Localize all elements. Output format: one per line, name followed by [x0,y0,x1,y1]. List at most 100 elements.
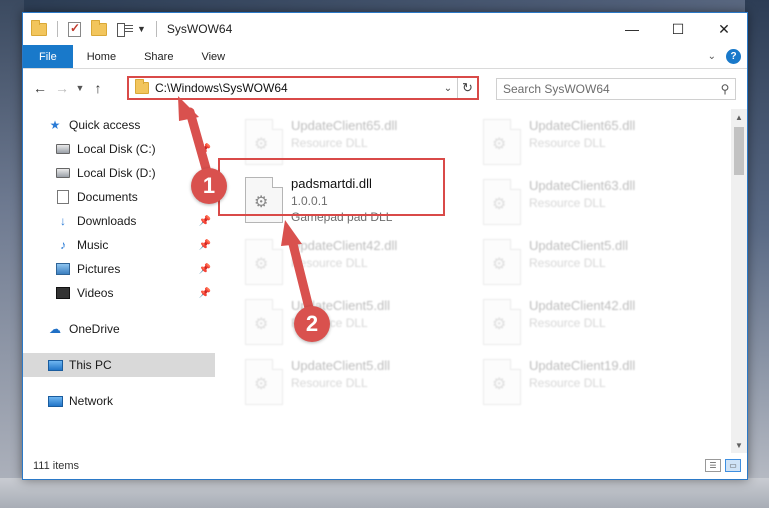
properties-icon[interactable] [117,22,133,37]
status-bar: 111 items ☰ ▭ [23,453,747,479]
list-item[interactable]: ⚙ UpdateClient42.dll Resource DLL [241,235,471,293]
downloads-icon: ↓ [60,214,66,228]
nav-label: This PC [69,358,112,372]
address-row: ← → ▼ ↑ C:\Windows\SysWOW64 ⌄ ↻ Search S… [23,69,747,107]
file-name: UpdateClient5.dll [529,238,629,253]
nav-network[interactable]: Network [23,389,215,413]
nav-label: Network [69,394,114,408]
file-name: UpdateClient63.dll [529,178,636,193]
list-item[interactable]: ⚙ UpdateClient42.dll Resource DLL [479,295,709,353]
nav-item-documents[interactable]: Documents 📌 [23,185,215,209]
pin-icon: 📌 [198,215,211,227]
nav-label: Videos [77,286,114,300]
nav-item-local-disk-c[interactable]: Local Disk (C:) 📌 [23,137,215,161]
file-type: Resource DLL [529,256,606,270]
window-title: SysWOW64 [166,22,233,36]
list-item[interactable]: ⚙ UpdateClient65.dll Resource DLL [479,115,709,173]
close-button[interactable]: ✕ [701,13,747,45]
desktop-background-bottom [0,478,769,508]
dll-file-icon: ⚙ [483,179,521,225]
search-icon[interactable]: ⚲ [715,82,735,96]
file-type: Resource DLL [529,196,606,210]
dll-file-icon: ⚙ [245,359,283,405]
tab-home[interactable]: Home [73,45,130,68]
scrollbar-thumb[interactable] [734,127,744,175]
nav-item-downloads[interactable]: ↓ Downloads 📌 [23,209,215,233]
pictures-icon [56,263,70,275]
file-type: Resource DLL [291,136,368,150]
list-item[interactable]: ⚙ UpdateClient5.dllResource DLL [241,355,471,413]
pin-icon: 📌 [198,239,211,251]
customize-toolbar-dropdown-icon[interactable]: ▼ [137,24,146,34]
scroll-up-icon[interactable]: ▲ [731,109,747,125]
onedrive-cloud-icon: ☁ [49,322,61,336]
nav-item-pictures[interactable]: Pictures 📌 [23,257,215,281]
nav-this-pc[interactable]: This PC [23,353,215,377]
nav-label: OneDrive [69,322,120,336]
nav-label: Music [77,238,109,252]
nav-item-videos[interactable]: Videos 📌 [23,281,215,305]
expand-ribbon-chevron-icon[interactable]: ⌄ [708,51,716,62]
search-placeholder[interactable]: Search SysWOW64 [503,82,715,96]
back-arrow-icon[interactable]: ← [29,80,51,96]
tab-share[interactable]: Share [130,45,187,68]
network-icon [47,395,63,407]
nav-label: Downloads [77,214,137,228]
quick-access-toolbar: ▼ SysWOW64 [23,19,233,37]
address-path[interactable]: C:\Windows\SysWOW64 [155,81,439,95]
view-buttons: ☰ ▭ [705,459,741,472]
this-pc-icon [47,359,63,371]
window-controls: — ☐ ✕ [609,13,747,45]
dll-file-icon: ⚙ [483,359,521,405]
file-explorer-window: ▼ SysWOW64 — ☐ ✕ File Home Share View ⌄ … [22,12,748,480]
maximize-button[interactable]: ☐ [655,13,701,45]
minimize-button[interactable]: — [609,13,655,45]
tab-file[interactable]: File [23,45,73,68]
up-arrow-icon[interactable]: ↑ [87,80,109,96]
nav-item-music[interactable]: ♪ Music 📌 [23,233,215,257]
pin-icon: 📌 [198,143,211,155]
forward-arrow-icon[interactable]: → [51,80,73,96]
scroll-down-icon[interactable]: ▼ [731,437,747,453]
star-icon: ★ [49,118,61,132]
nav-item-local-disk-d[interactable]: Local Disk (D:) 📌 [23,161,215,185]
file-type: Resource DLL [529,376,606,390]
desktop-background-right [745,0,769,508]
refresh-icon[interactable]: ↻ [457,78,477,98]
callout-badge-one: 1 [191,168,227,204]
vertical-scrollbar[interactable]: ▲ ▼ [731,109,747,453]
properties-check-icon[interactable] [68,21,81,37]
list-item[interactable]: ⚙ UpdateClient63.dll Resource DLL [479,175,709,233]
music-icon: ♪ [60,238,66,252]
dll-file-icon: ⚙ [483,239,521,285]
address-bar[interactable]: C:\Windows\SysWOW64 ⌄ ↻ [127,76,479,100]
new-folder-icon[interactable] [91,19,107,36]
list-item[interactable]: ⚙ UpdateClient5.dllResource DLL [241,295,471,353]
large-icons-view-icon[interactable]: ▭ [725,459,741,472]
pin-icon: 📌 [198,287,211,299]
file-name: UpdateClient65.dll [529,118,636,133]
documents-icon [57,190,69,204]
recent-locations-dropdown-icon[interactable]: ▼ [73,83,87,93]
dll-file-icon: ⚙ [245,299,283,345]
ribbon-tabs: File Home Share View ⌄ ? [23,45,747,69]
nav-label: Pictures [77,262,121,276]
nav-label: Quick access [69,118,141,132]
details-view-icon[interactable]: ☰ [705,459,721,472]
nav-quick-access[interactable]: ★ Quick access [23,113,215,137]
nav-onedrive[interactable]: ☁ OneDrive [23,317,215,341]
dll-file-icon: ⚙ [483,119,521,165]
dll-file-icon: ⚙ [483,299,521,345]
search-box[interactable]: Search SysWOW64 ⚲ [496,78,736,100]
ribbon-right-controls: ⌄ ? [708,49,741,64]
nav-label: Local Disk (D:) [77,166,156,180]
tab-view[interactable]: View [187,45,239,68]
file-type: Resource DLL [529,316,606,330]
help-icon[interactable]: ? [726,49,741,64]
toolbar-divider [57,21,58,37]
address-dropdown-icon[interactable]: ⌄ [439,83,457,94]
list-item[interactable]: ⚙ UpdateClient19.dll Resource DLL [479,355,709,413]
address-folder-icon [135,79,149,94]
title-bar: ▼ SysWOW64 — ☐ ✕ [23,13,747,45]
list-item[interactable]: ⚙ UpdateClient5.dll Resource DLL [479,235,709,293]
